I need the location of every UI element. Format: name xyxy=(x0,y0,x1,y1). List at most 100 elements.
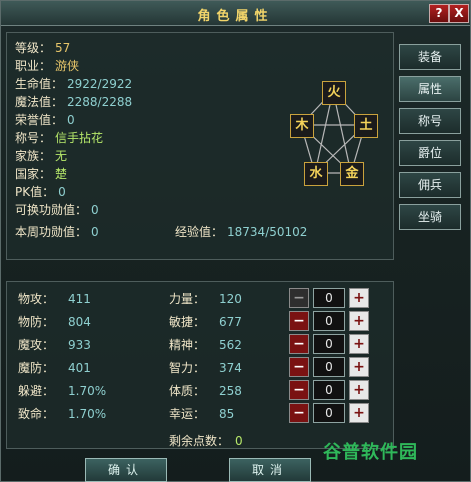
class-value: 游侠 xyxy=(55,59,80,73)
attr-label: 体质： xyxy=(169,384,206,398)
cancel-button[interactable]: 取消 xyxy=(229,458,311,482)
strength-allocator: − 0 + xyxy=(289,288,369,308)
pk-value: 0 xyxy=(58,185,66,199)
increase-button[interactable]: + xyxy=(349,357,369,377)
decrease-button[interactable]: − xyxy=(289,311,309,331)
attr-label: 敏捷： xyxy=(169,315,206,329)
phys-def-row: 物防： 804 xyxy=(18,313,91,330)
attr-label: 智力： xyxy=(169,361,206,375)
mag-def-value: 401 xyxy=(68,361,91,375)
pk-label: PK值： xyxy=(15,185,55,199)
luck-allocator: − 0 + xyxy=(289,403,369,423)
confirm-button[interactable]: 确认 xyxy=(85,458,167,482)
help-button[interactable]: ? xyxy=(429,4,449,23)
allocation-field[interactable]: 0 xyxy=(313,334,345,354)
earth-element[interactable]: 土 xyxy=(354,114,378,138)
level-label: 等级： xyxy=(15,41,52,55)
exchangeable-merit-row: 可换功勋值： 0 xyxy=(15,201,99,218)
fire-element[interactable]: 火 xyxy=(322,81,346,105)
increase-button[interactable]: + xyxy=(349,288,369,308)
increase-button[interactable]: + xyxy=(349,380,369,400)
honor-row: 荣誉值： 0 xyxy=(15,111,75,128)
attr-value: 120 xyxy=(219,292,242,306)
crit-value: 1.70% xyxy=(68,407,107,421)
close-button[interactable]: X xyxy=(449,4,469,23)
weekly-merit-label: 本周功勋值： xyxy=(15,225,88,239)
attr-value: 374 xyxy=(219,361,242,375)
tab-attributes[interactable]: 属性 xyxy=(399,76,461,102)
allocation-field[interactable]: 0 xyxy=(313,380,345,400)
mag-def-row: 魔防： 401 xyxy=(18,359,91,376)
decrease-button[interactable]: − xyxy=(289,288,309,308)
mag-atk-label: 魔攻： xyxy=(18,338,55,352)
title-bar: 角色属性 ? X xyxy=(1,1,470,26)
pk-row: PK值： 0 xyxy=(15,183,66,200)
dodge-label: 躲避： xyxy=(18,384,55,398)
decrease-button[interactable]: − xyxy=(289,403,309,423)
country-label: 国家： xyxy=(15,167,52,181)
exchangeable-merit-value: 0 xyxy=(91,203,99,217)
attr-label: 精神： xyxy=(169,338,206,352)
attr-value: 85 xyxy=(219,407,235,421)
tab-equipment[interactable]: 装备 xyxy=(399,44,461,70)
attr-spirit-row: 精神： 562 xyxy=(169,336,242,353)
attr-luck-row: 幸运： 85 xyxy=(169,405,234,422)
honor-value: 0 xyxy=(67,113,75,127)
wood-element[interactable]: 木 xyxy=(290,114,314,138)
attr-value: 677 xyxy=(219,315,242,329)
remaining-points-label: 剩余点数： xyxy=(169,434,230,448)
attr-label: 幸运： xyxy=(169,407,206,421)
intellect-allocator: − 0 + xyxy=(289,357,369,377)
weekly-merit-row: 本周功勋值： 0 xyxy=(15,223,99,240)
constitution-allocator: − 0 + xyxy=(289,380,369,400)
experience-label: 经验值： xyxy=(175,225,224,239)
attr-intellect-row: 智力： 374 xyxy=(169,359,242,376)
crit-label: 致命： xyxy=(18,407,55,421)
phys-atk-value: 411 xyxy=(68,292,91,306)
decrease-button[interactable]: − xyxy=(289,380,309,400)
honor-label: 荣誉值： xyxy=(15,113,64,127)
class-row: 职业： 游侠 xyxy=(15,57,79,74)
hp-label: 生命值： xyxy=(15,77,64,91)
increase-button[interactable]: + xyxy=(349,311,369,331)
wuxing-diagram: 火 木 土 水 金 xyxy=(279,81,389,191)
dodge-row: 躲避： 1.70% xyxy=(18,382,106,399)
phys-def-value: 804 xyxy=(68,315,91,329)
dodge-value: 1.70% xyxy=(68,384,107,398)
phys-def-label: 物防： xyxy=(18,315,55,329)
nickname-label: 称号： xyxy=(15,131,52,145)
decrease-button[interactable]: − xyxy=(289,334,309,354)
allocation-field[interactable]: 0 xyxy=(313,288,345,308)
remaining-points-value: 0 xyxy=(235,434,243,448)
decrease-button[interactable]: − xyxy=(289,357,309,377)
phys-atk-row: 物攻： 411 xyxy=(18,290,91,307)
metal-element[interactable]: 金 xyxy=(340,162,364,186)
mag-atk-value: 933 xyxy=(68,338,91,352)
allocation-field[interactable]: 0 xyxy=(313,403,345,423)
weekly-merit-value: 0 xyxy=(91,225,99,239)
country-value: 楚 xyxy=(55,167,68,181)
allocation-field[interactable]: 0 xyxy=(313,357,345,377)
attr-value: 258 xyxy=(219,384,242,398)
allocation-field[interactable]: 0 xyxy=(313,311,345,331)
watermark-text: 谷普软件园 xyxy=(323,442,418,463)
clan-label: 家族： xyxy=(15,149,52,163)
tab-titles[interactable]: 称号 xyxy=(399,108,461,134)
window-title: 角色属性 xyxy=(197,9,274,24)
experience-row: 经验值： 18734/50102 xyxy=(175,223,307,240)
clan-value: 无 xyxy=(55,149,68,163)
tab-mounts[interactable]: 坐骑 xyxy=(399,204,461,230)
exchangeable-merit-label: 可换功勋值： xyxy=(15,203,88,217)
hp-row: 生命值： 2922/2922 xyxy=(15,75,132,92)
tab-mercenaries[interactable]: 佣兵 xyxy=(399,172,461,198)
increase-button[interactable]: + xyxy=(349,334,369,354)
attr-constitution-row: 体质： 258 xyxy=(169,382,242,399)
level-value: 57 xyxy=(55,41,71,55)
profile-panel: 等级： 57 职业： 游侠 生命值： 2922/2922 魔法值： 2288/2288 … xyxy=(6,32,394,260)
attr-label: 力量： xyxy=(169,292,206,306)
water-element[interactable]: 水 xyxy=(304,162,328,186)
remaining-points: 剩余点数： 0 xyxy=(169,432,243,449)
tab-peerage[interactable]: 爵位 xyxy=(399,140,461,166)
hp-value: 2922/2922 xyxy=(67,77,133,91)
increase-button[interactable]: + xyxy=(349,403,369,423)
